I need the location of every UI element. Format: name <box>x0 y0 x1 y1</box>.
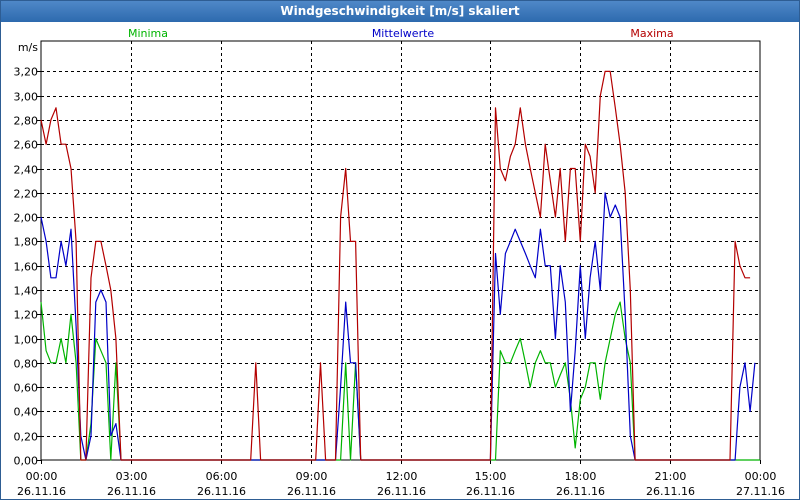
plot-area <box>40 40 761 461</box>
chart-canvas: 0,00 0,20 0,40 0,60 0,80 1,00 1,20 1,40 1,60 1,80… <box>14 27 785 498</box>
chart-window: Windgeschwindigkeit [m/s] skaliert 0,00 0… <box>0 0 800 500</box>
x-tick-time: 15:00 <box>475 470 507 483</box>
y-tick-label: 0,60 <box>14 382 39 395</box>
x-tick-time: 00:00 <box>26 470 58 483</box>
y-tick-label: 2,60 <box>14 139 39 152</box>
y-tick-label: 1,20 <box>14 309 39 322</box>
x-tick-time: 21:00 <box>655 470 687 483</box>
legend-minima: Minima <box>128 27 168 40</box>
x-tick-time: 18:00 <box>565 470 597 483</box>
y-tick-label: 3,00 <box>14 91 39 104</box>
y-tick-label: 1,60 <box>14 261 39 274</box>
y-tick-label: 1,80 <box>14 236 39 249</box>
x-tick-date: 26.11.16 <box>466 485 515 498</box>
y-axis-label: m/s <box>18 41 38 54</box>
x-tick-time: 06:00 <box>206 470 238 483</box>
x-tick-date: 26.11.16 <box>646 485 695 498</box>
y-tick-label: 1,00 <box>14 334 39 347</box>
x-tick-date: 26.11.16 <box>287 485 336 498</box>
y-tick-label: 0,80 <box>14 358 39 371</box>
y-tick-label: 2,80 <box>14 115 39 128</box>
x-tick-date: 26.11.16 <box>197 485 246 498</box>
y-tick-label: 2,00 <box>14 212 39 225</box>
x-tick-date: 26.11.16 <box>377 485 426 498</box>
y-tick-label: 2,40 <box>14 164 39 177</box>
y-tick-label: 0,20 <box>14 431 39 444</box>
y-tick-label: 3,20 <box>14 66 39 79</box>
y-tick-label: 1,40 <box>14 285 39 298</box>
y-tick-label: 0,40 <box>14 406 39 419</box>
x-tick-time: 00:00 <box>745 470 777 483</box>
y-tick-label: 2,20 <box>14 188 39 201</box>
x-tick-date: 26.11.16 <box>17 485 66 498</box>
x-tick-date: 27.11.16 <box>736 485 785 498</box>
x-tick-time: 03:00 <box>116 470 148 483</box>
x-tick-date: 26.11.16 <box>556 485 605 498</box>
legend-mittelwerte: Mittelwerte <box>372 27 435 40</box>
x-tick-time: 12:00 <box>386 470 418 483</box>
legend-maxima: Maxima <box>630 27 673 40</box>
x-tick-time: 09:00 <box>296 470 328 483</box>
y-tick-label: 0,00 <box>14 455 39 468</box>
x-tick-date: 26.11.16 <box>107 485 156 498</box>
